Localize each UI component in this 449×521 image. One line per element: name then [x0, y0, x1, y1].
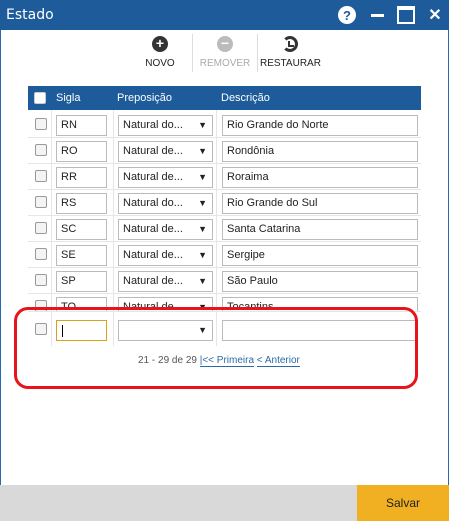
- preposicao-value: Natural de...: [123, 249, 183, 261]
- table-row[interactable]: SP Natural de... ▼ São Paulo: [28, 268, 421, 294]
- descricao-field[interactable]: Roraima: [222, 167, 418, 188]
- maximize-icon[interactable]: [397, 5, 415, 25]
- new-button[interactable]: + NOVO: [130, 36, 190, 72]
- remove-button[interactable]: − REMOVER: [195, 36, 255, 72]
- preposicao-select[interactable]: Natural do... ▼: [118, 193, 213, 214]
- toolbar-divider: [257, 34, 258, 72]
- dropdown-arrow-icon: ▼: [198, 250, 207, 260]
- row-checkbox[interactable]: [35, 144, 47, 156]
- preposicao-value: Natural de...: [123, 171, 183, 183]
- table-row[interactable]: RO Natural de... ▼ Rondônia: [28, 138, 421, 164]
- sigla-field[interactable]: SE: [56, 245, 107, 266]
- restore-label: RESTAURAR: [260, 58, 321, 69]
- preposicao-select[interactable]: Natural do... ▼: [118, 115, 213, 136]
- dropdown-arrow-icon: ▼: [198, 146, 207, 156]
- preposicao-value: Natural de...: [123, 275, 183, 287]
- dropdown-arrow-icon: ▼: [198, 276, 207, 286]
- table-row[interactable]: RR Natural de... ▼ Roraima: [28, 164, 421, 190]
- preposicao-value: Natural de...: [123, 223, 183, 235]
- save-button[interactable]: Salvar: [357, 485, 449, 521]
- header-sigla[interactable]: Sigla: [56, 92, 80, 104]
- window-title: Estado: [6, 7, 54, 23]
- row-checkbox[interactable]: [35, 196, 47, 208]
- toolbar-divider: [192, 34, 193, 72]
- table-row[interactable]: SC Natural de... ▼ Santa Catarina: [28, 216, 421, 242]
- dropdown-arrow-icon: ▼: [198, 172, 207, 182]
- preposicao-value: Natural do...: [123, 119, 183, 131]
- grid-header: Sigla Preposição Descrição: [28, 86, 421, 110]
- close-icon[interactable]: ✕: [426, 5, 444, 25]
- descricao-field[interactable]: São Paulo: [222, 271, 418, 292]
- descricao-field[interactable]: Rio Grande do Sul: [222, 193, 418, 214]
- row-checkbox[interactable]: [35, 118, 47, 130]
- sigla-field[interactable]: RN: [56, 115, 107, 136]
- dropdown-arrow-icon: ▼: [198, 120, 207, 130]
- preposicao-value: Natural de...: [123, 145, 183, 157]
- table-row[interactable]: SE Natural de... ▼ Sergipe: [28, 242, 421, 268]
- select-all-checkbox[interactable]: [34, 92, 46, 104]
- descricao-field[interactable]: Rondônia: [222, 141, 418, 162]
- dropdown-arrow-icon: ▼: [198, 198, 207, 208]
- preposicao-select[interactable]: Natural de... ▼: [118, 271, 213, 292]
- preposicao-select[interactable]: Natural de... ▼: [118, 141, 213, 162]
- preposicao-select[interactable]: Natural de... ▼: [118, 167, 213, 188]
- preposicao-select[interactable]: Natural de... ▼: [118, 245, 213, 266]
- plus-icon: +: [152, 36, 168, 52]
- footer-bar: Salvar: [0, 485, 449, 521]
- title-bar: Estado ? ✕: [0, 0, 449, 30]
- sigla-field[interactable]: RS: [56, 193, 107, 214]
- preposicao-select[interactable]: Natural de... ▼: [118, 219, 213, 240]
- row-checkbox[interactable]: [35, 248, 47, 260]
- dropdown-arrow-icon: ▼: [198, 224, 207, 234]
- red-highlight-annotation: [14, 307, 418, 389]
- row-checkbox[interactable]: [35, 222, 47, 234]
- sigla-field[interactable]: SP: [56, 271, 107, 292]
- restore-icon: [282, 36, 298, 52]
- preposicao-value: Natural do...: [123, 197, 183, 209]
- header-descricao[interactable]: Descrição: [221, 92, 270, 104]
- remove-label: REMOVER: [199, 58, 251, 69]
- table-row[interactable]: RN Natural do... ▼ Rio Grande do Norte: [28, 112, 421, 138]
- sigla-field[interactable]: SC: [56, 219, 107, 240]
- new-label: NOVO: [145, 58, 175, 69]
- table-row[interactable]: RS Natural do... ▼ Rio Grande do Sul: [28, 190, 421, 216]
- help-icon[interactable]: ?: [338, 6, 356, 24]
- header-preposicao[interactable]: Preposição: [117, 92, 172, 104]
- descricao-field[interactable]: Santa Catarina: [222, 219, 418, 240]
- sigla-field[interactable]: RR: [56, 167, 107, 188]
- restore-button[interactable]: RESTAURAR: [260, 36, 321, 72]
- row-checkbox[interactable]: [35, 274, 47, 286]
- descricao-field[interactable]: Rio Grande do Norte: [222, 115, 418, 136]
- minus-icon: −: [217, 36, 233, 52]
- row-checkbox[interactable]: [35, 170, 47, 182]
- sigla-field[interactable]: RO: [56, 141, 107, 162]
- descricao-field[interactable]: Sergipe: [222, 245, 418, 266]
- minimize-icon[interactable]: [368, 5, 386, 25]
